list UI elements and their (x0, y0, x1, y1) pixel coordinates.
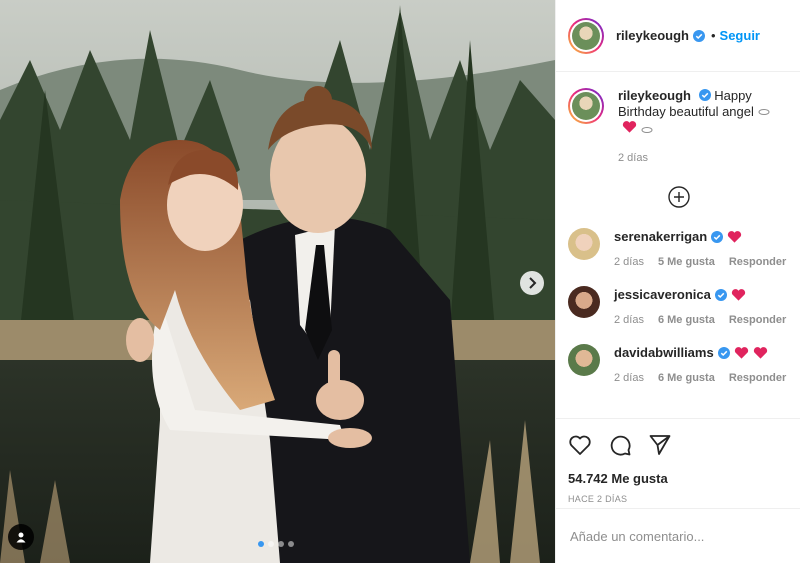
red-heart-icon (734, 347, 748, 359)
comment-item: jessicaveronica 2 días 6 Me gusta Respon… (568, 286, 789, 326)
verified-icon (692, 29, 705, 42)
chevron-right-icon (529, 277, 537, 289)
reply-button[interactable]: Responder (729, 372, 786, 384)
comment-likes[interactable]: 5 Me gusta (658, 256, 715, 268)
comment-item: serenakerrigan 2 días 5 Me gusta Respond… (568, 228, 789, 268)
verified-icon (698, 89, 711, 101)
carousel-dot (268, 541, 274, 547)
carousel-indicator (258, 541, 294, 547)
comment-input[interactable] (570, 528, 787, 544)
share-icon[interactable] (648, 433, 672, 457)
post-caption: rileykeough Happy Birthday beautiful ang… (568, 88, 789, 138)
reply-button[interactable]: Responder (729, 256, 786, 268)
caption-avatar[interactable] (568, 88, 604, 124)
verified-icon (711, 231, 724, 243)
couple-photo (0, 0, 555, 563)
comment-time: 2 días (614, 372, 644, 384)
separator-bullet: • (710, 28, 716, 43)
post-date: HACE 2 DÍAS (568, 494, 628, 504)
reply-button[interactable]: Responder (729, 314, 786, 326)
angel-icon (758, 109, 769, 115)
post-actions: 54.742 Me gusta HACE 2 DÍAS (556, 418, 800, 504)
add-comment-bar (556, 508, 800, 563)
user-tag-icon (16, 532, 26, 543)
red-heart-icon (622, 121, 637, 133)
post-photo[interactable] (0, 0, 555, 563)
instagram-post: rileykeough • Seguir rileykeough Happy B… (0, 0, 800, 563)
carousel-dot (278, 541, 284, 547)
carousel-dot (258, 541, 264, 547)
carousel-dot (288, 541, 294, 547)
comment-time: 2 días (614, 314, 644, 326)
commenter-username[interactable]: serenakerrigan (614, 228, 707, 246)
verified-icon (714, 289, 727, 301)
commenter-username[interactable]: jessicaveronica (614, 286, 711, 304)
user-tag-button[interactable] (8, 524, 34, 550)
comment-icon[interactable] (608, 433, 632, 457)
red-heart-icon (728, 231, 742, 243)
post-header: rileykeough • Seguir (556, 0, 800, 72)
comments-section: rileykeough Happy Birthday beautiful ang… (556, 72, 800, 418)
red-heart-icon (731, 289, 745, 301)
caption-time: 2 días (618, 152, 648, 164)
commenter-avatar[interactable] (568, 228, 600, 260)
comment-time: 2 días (614, 256, 644, 268)
angel-icon (641, 127, 653, 133)
post-sidebar: rileykeough • Seguir rileykeough Happy B… (555, 0, 800, 563)
carousel-next-button[interactable] (520, 271, 544, 295)
verified-icon (717, 347, 730, 359)
comment-list: serenakerrigan 2 días 5 Me gusta Respond… (568, 228, 789, 384)
comment-item: davidabwilliams 2 días 6 Me gusta Respon… (568, 344, 789, 384)
caption-username[interactable]: rileykeough (618, 88, 691, 103)
red-heart-icon (753, 347, 767, 359)
comment-likes[interactable]: 6 Me gusta (658, 372, 715, 384)
comment-likes[interactable]: 6 Me gusta (658, 314, 715, 326)
author-username[interactable]: rileykeough (616, 28, 689, 43)
author-avatar[interactable] (568, 17, 604, 54)
commenter-avatar[interactable] (568, 344, 600, 376)
heart-outline-icon[interactable] (568, 433, 592, 457)
follow-button[interactable]: Seguir (720, 28, 760, 43)
load-more-icon[interactable] (667, 186, 690, 208)
commenter-username[interactable]: davidabwilliams (614, 344, 714, 362)
like-count[interactable]: 54.742 Me gusta (568, 471, 789, 486)
commenter-avatar[interactable] (568, 286, 600, 318)
